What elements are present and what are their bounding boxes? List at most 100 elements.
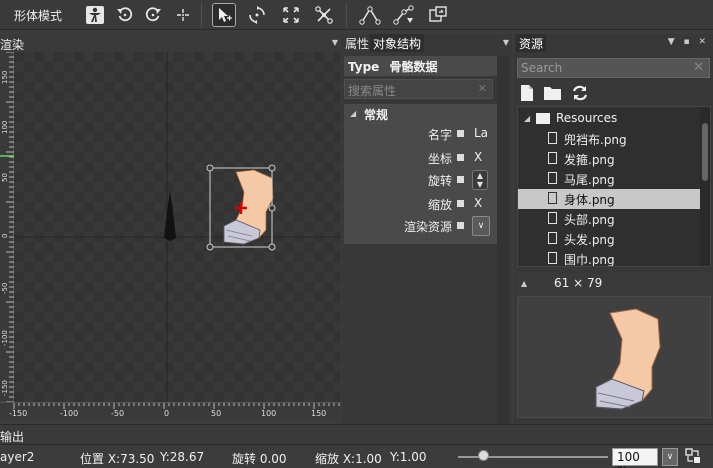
tree-file[interactable]: 发箍.png — [518, 149, 700, 169]
body-sprite[interactable] — [223, 169, 274, 245]
collapse-icon[interactable]: ◢ — [524, 114, 530, 123]
property-value[interactable]: X — [474, 196, 482, 210]
property-row-name: 名字 La — [344, 124, 497, 144]
output-panel-header: 输出 — [0, 424, 713, 444]
collapse-preview-icon[interactable]: ▲ — [521, 279, 527, 288]
tree-file[interactable]: 兜裆布.png — [518, 129, 700, 149]
bone-link-icon[interactable] — [313, 4, 335, 26]
property-group-header[interactable]: 常规 — [364, 106, 388, 123]
tab-object-structure[interactable]: 对象结构 — [370, 34, 425, 52]
ruler-label: -100 — [1, 330, 9, 346]
property-value[interactable]: La — [474, 126, 488, 140]
keyframe-toggle[interactable] — [457, 154, 464, 161]
property-label: 名字 — [427, 128, 452, 142]
zoom-slider-handle[interactable] — [478, 450, 489, 461]
ruler-label: -150 — [9, 409, 28, 418]
keyframe-toggle[interactable] — [457, 176, 464, 183]
bone-shape — [164, 190, 176, 241]
panel-menu-icon[interactable]: ▼ — [503, 38, 509, 47]
resource-search-input[interactable]: Search ✕ — [517, 58, 710, 78]
move-cross-icon[interactable] — [172, 4, 194, 26]
toolbar: 形体模式 — [0, 0, 713, 30]
folder-icon — [536, 113, 550, 124]
scrollbar-thumb[interactable] — [702, 123, 708, 181]
file-icon — [548, 172, 557, 184]
file-icon — [548, 192, 557, 204]
file-icon — [548, 252, 557, 264]
property-group: ◢ 常规 名字 La 坐标 X 旋转 ▲ ▼ 缩放 X 渲染资源 ∨ — [344, 104, 497, 244]
file-icon — [548, 232, 557, 244]
scale-icon[interactable] — [280, 4, 302, 26]
refresh-icon[interactable] — [571, 84, 589, 102]
tree-file-label: 头部.png — [564, 213, 615, 227]
properties-scrollbar[interactable] — [497, 56, 509, 424]
mode-label[interactable]: 形体模式 — [14, 7, 62, 24]
tab-resources[interactable]: 资源 — [516, 34, 547, 52]
ruler-label: 100 — [1, 120, 9, 134]
bone-bind-icon[interactable] — [393, 4, 415, 26]
tab-properties[interactable]: 属性 — [342, 34, 372, 52]
property-row-rotation: 旋转 ▲ ▼ — [344, 170, 497, 190]
vertical-ruler-ticks — [0, 51, 14, 403]
collapse-icon[interactable]: ◢ — [350, 109, 356, 118]
resources-panel: 资源 ▼ ▪ ✕ Search ✕ ◢ Resources 兜裆布.png 发箍… — [514, 34, 713, 424]
figure-icon[interactable] — [84, 4, 106, 26]
resize-handle — [206, 164, 214, 172]
rotate-cw-icon[interactable] — [142, 4, 164, 26]
fit-view-icon[interactable] — [685, 448, 703, 466]
zoom-dropdown-button[interactable]: ∨ — [662, 448, 678, 466]
property-label: 旋转 — [427, 174, 452, 188]
keyframe-toggle[interactable] — [457, 200, 464, 207]
type-value: 骨骼数据 — [389, 60, 438, 74]
toolbar-separator — [346, 3, 347, 27]
tree-file-selected[interactable]: 身体.png — [518, 189, 700, 209]
tree-file-label: 马尾.png — [564, 173, 615, 187]
tree-folder-resources[interactable]: ◢ Resources — [518, 109, 700, 129]
file-icon — [548, 132, 557, 144]
tree-file[interactable]: 头发.png — [518, 229, 700, 249]
image-preview — [517, 296, 711, 418]
tree-file[interactable]: 头部.png — [518, 209, 700, 229]
select-arrow-icon[interactable] — [212, 3, 236, 27]
property-label: 渲染资源 — [403, 220, 452, 234]
ruler-label: 50 — [1, 173, 9, 182]
horizontal-ruler: -150 -100 -50 0 50 100 150 — [0, 402, 341, 420]
resize-handle — [268, 164, 276, 172]
property-label: 坐标 — [427, 152, 452, 166]
render-panel-title: 渲染 — [0, 38, 25, 52]
rotation-spinner[interactable]: ▲ ▼ — [472, 170, 488, 190]
zoom-input[interactable]: 100 % — [612, 448, 658, 468]
clear-icon[interactable]: ✕ — [478, 82, 487, 95]
ruler-label: 0 — [1, 233, 9, 238]
open-folder-icon[interactable] — [543, 84, 561, 102]
ruler-label: 50 — [211, 409, 222, 418]
property-row-position: 坐标 X — [344, 148, 497, 168]
property-value[interactable]: X — [474, 150, 482, 164]
status-rotation: 旋转 0.00 — [232, 452, 287, 466]
panel-controls[interactable]: ▼ ▪ ✕ — [668, 37, 709, 47]
status-scale-y: Y:1.00 — [390, 450, 427, 464]
tree-file[interactable]: 马尾.png — [518, 169, 700, 189]
keyframe-toggle[interactable] — [457, 222, 464, 229]
tree-file[interactable]: 围巾.png — [518, 249, 700, 266]
render-canvas[interactable] — [14, 52, 341, 402]
property-row-render-resource: 渲染资源 ∨ — [344, 216, 497, 236]
keyframe-toggle[interactable] — [457, 130, 464, 137]
resource-tree: ◢ Resources 兜裆布.png 发箍.png 马尾.png 身体.png… — [517, 106, 711, 267]
resource-dropdown-button[interactable]: ∨ — [472, 216, 490, 236]
property-search-input[interactable]: 搜索属性 ✕ — [344, 79, 493, 99]
tree-file-label: 发箍.png — [564, 153, 615, 167]
tree-scrollbar[interactable] — [700, 107, 710, 266]
output-label[interactable]: 输出 — [0, 428, 24, 445]
tree-folder-label: Resources — [556, 111, 618, 125]
rotate-ccw-icon[interactable] — [114, 4, 136, 26]
new-file-icon[interactable] — [519, 84, 537, 102]
clear-icon[interactable]: ✕ — [693, 60, 704, 75]
preview-sprite — [595, 308, 661, 410]
status-layer: ayer2 — [0, 450, 35, 464]
rotate-arrows-icon[interactable] — [246, 4, 268, 26]
export-frame-icon[interactable] — [427, 4, 449, 26]
panel-menu-icon[interactable]: ▼ — [332, 38, 338, 47]
bone-create-icon[interactable] — [359, 4, 381, 26]
image-size: 61 × 79 — [554, 276, 603, 290]
